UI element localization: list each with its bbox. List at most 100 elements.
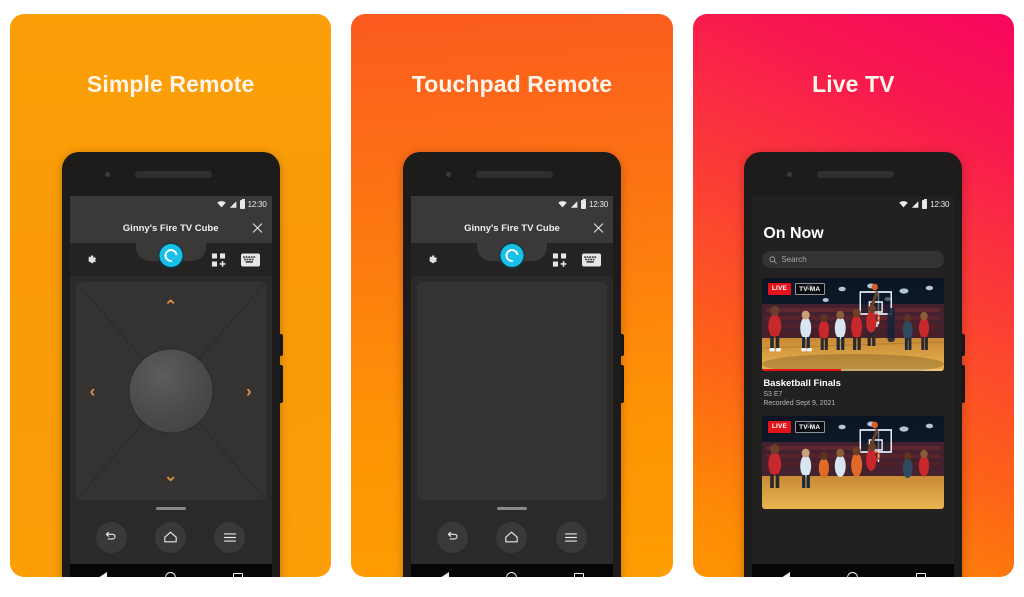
thumbnail[interactable]: LIVE TV-MA	[762, 278, 945, 371]
battery-icon	[239, 199, 245, 209]
back-button[interactable]	[437, 521, 469, 553]
volume-button[interactable]	[620, 365, 624, 403]
status-clock: 12:30	[247, 200, 267, 209]
page-title: On Now	[763, 225, 824, 242]
remote-button-row	[411, 510, 613, 564]
phone-top-bezel	[744, 152, 962, 196]
search-input[interactable]: Search	[762, 251, 945, 268]
dpad[interactable]: ⌃ ⌄ ‹ ›	[75, 282, 266, 500]
dpad-up-arrow[interactable]: ⌃	[164, 298, 178, 315]
nav-recents-square-icon[interactable]	[574, 572, 585, 577]
panel-title: Touchpad Remote	[411, 71, 613, 97]
status-bar: 12:30	[69, 196, 272, 213]
badge-group: LIVE TV-MA	[768, 283, 825, 295]
signal-icon	[912, 201, 919, 208]
status-clock: 12:30	[930, 200, 950, 209]
dpad-select-button[interactable]	[128, 348, 214, 434]
keyboard-keys	[243, 256, 256, 263]
phone-screen: 12:30 On Now Search LIVE TV-MA Basketbal…	[752, 196, 955, 577]
gear-icon[interactable]	[425, 253, 439, 267]
alexa-icon[interactable]	[500, 244, 524, 267]
remote-toolbar	[69, 243, 272, 276]
status-badge-live: LIVE	[768, 283, 791, 295]
device-name: Ginny's Fire TV Cube	[464, 222, 560, 234]
nav-back-triangle-icon[interactable]	[780, 571, 790, 577]
dpad-right-arrow[interactable]: ›	[246, 383, 252, 400]
nav-home-circle-icon[interactable]	[164, 572, 176, 577]
screenshot-stage: Simple Remote 12:30 Ginny's Fire TV Cube	[0, 0, 1024, 597]
android-navbar	[69, 564, 272, 577]
remote-toolbar	[410, 243, 613, 276]
battery-icon	[922, 199, 928, 209]
search-placeholder: Search	[781, 255, 807, 264]
dpad-left-arrow[interactable]: ‹	[90, 383, 96, 400]
dpad-down-arrow[interactable]: ⌄	[164, 467, 178, 484]
nav-back-triangle-icon[interactable]	[98, 571, 108, 577]
menu-button[interactable]	[555, 521, 587, 553]
phone-top-bezel	[62, 152, 280, 196]
nav-recents-square-icon[interactable]	[232, 572, 243, 577]
card-title: Basketball Finals	[763, 378, 841, 389]
wifi-icon	[558, 201, 567, 208]
nav-recents-square-icon[interactable]	[915, 572, 926, 577]
list-item[interactable]: LIVE TV-MA	[762, 416, 945, 509]
status-badge-live: LIVE	[768, 421, 791, 433]
power-button[interactable]	[962, 334, 966, 356]
wifi-icon	[899, 201, 908, 208]
keyboard-icon[interactable]	[240, 253, 260, 266]
device-header: Ginny's Fire TV Cube	[410, 213, 613, 243]
gear-icon[interactable]	[84, 253, 98, 267]
back-button[interactable]	[95, 521, 127, 553]
search-icon	[769, 255, 778, 264]
keyboard-icon[interactable]	[581, 253, 601, 266]
touchpad-surface[interactable]	[416, 282, 607, 500]
alexa-ring	[502, 246, 522, 265]
apps-grid-icon[interactable]	[211, 252, 226, 267]
nav-home-circle-icon[interactable]	[505, 572, 517, 577]
menu-button[interactable]	[214, 521, 246, 553]
list-item[interactable]: LIVE TV-MA Basketball Finals S3 E7 Recor…	[762, 278, 945, 407]
home-icon	[505, 531, 519, 543]
nav-home-circle-icon[interactable]	[847, 572, 859, 577]
signal-icon	[229, 201, 236, 208]
status-clock: 12:30	[588, 200, 608, 209]
apps-grid-icon[interactable]	[552, 252, 567, 267]
card-recorded-date: Recorded Sept 9, 2021	[763, 400, 836, 407]
earpiece-speaker	[817, 171, 895, 178]
phone-mockup: 12:30 On Now Search LIVE TV-MA Basketbal…	[744, 152, 966, 577]
card-episode: S3 E7	[763, 391, 783, 398]
power-button[interactable]	[279, 334, 283, 356]
close-icon[interactable]	[593, 223, 604, 234]
status-badge-rating: TV-MA	[794, 283, 825, 295]
progress-bar	[762, 368, 945, 371]
home-button[interactable]	[155, 521, 187, 553]
status-bar: 12:30	[410, 196, 613, 213]
status-bar: 12:30	[752, 196, 955, 213]
back-arrow-icon	[447, 531, 458, 540]
keyboard-keys	[584, 256, 597, 263]
front-camera-icon	[104, 172, 110, 177]
nav-back-triangle-icon[interactable]	[439, 571, 449, 577]
front-camera-icon	[445, 172, 451, 177]
thumbnail[interactable]: LIVE TV-MA	[762, 416, 945, 509]
remote-button-row	[70, 510, 272, 564]
power-button[interactable]	[620, 334, 624, 356]
signal-icon	[570, 201, 578, 208]
phone-screen: 12:30 Ginny's Fire TV Cube	[410, 196, 613, 577]
close-icon[interactable]	[252, 223, 263, 234]
front-camera-icon	[787, 172, 793, 177]
volume-button[interactable]	[279, 365, 283, 403]
status-badge-rating: TV-MA	[794, 421, 825, 433]
menu-icon	[223, 532, 236, 542]
home-button[interactable]	[496, 521, 528, 553]
battery-icon	[580, 199, 586, 209]
phone-screen: 12:30 Ginny's Fire TV Cube	[69, 196, 272, 577]
android-navbar	[752, 564, 955, 577]
volume-button[interactable]	[962, 365, 966, 403]
alexa-icon[interactable]	[159, 244, 183, 267]
device-header: Ginny's Fire TV Cube	[69, 213, 272, 243]
menu-icon	[565, 532, 578, 542]
progress-fill	[762, 368, 841, 371]
back-arrow-icon	[106, 531, 116, 540]
earpiece-speaker	[475, 171, 553, 178]
